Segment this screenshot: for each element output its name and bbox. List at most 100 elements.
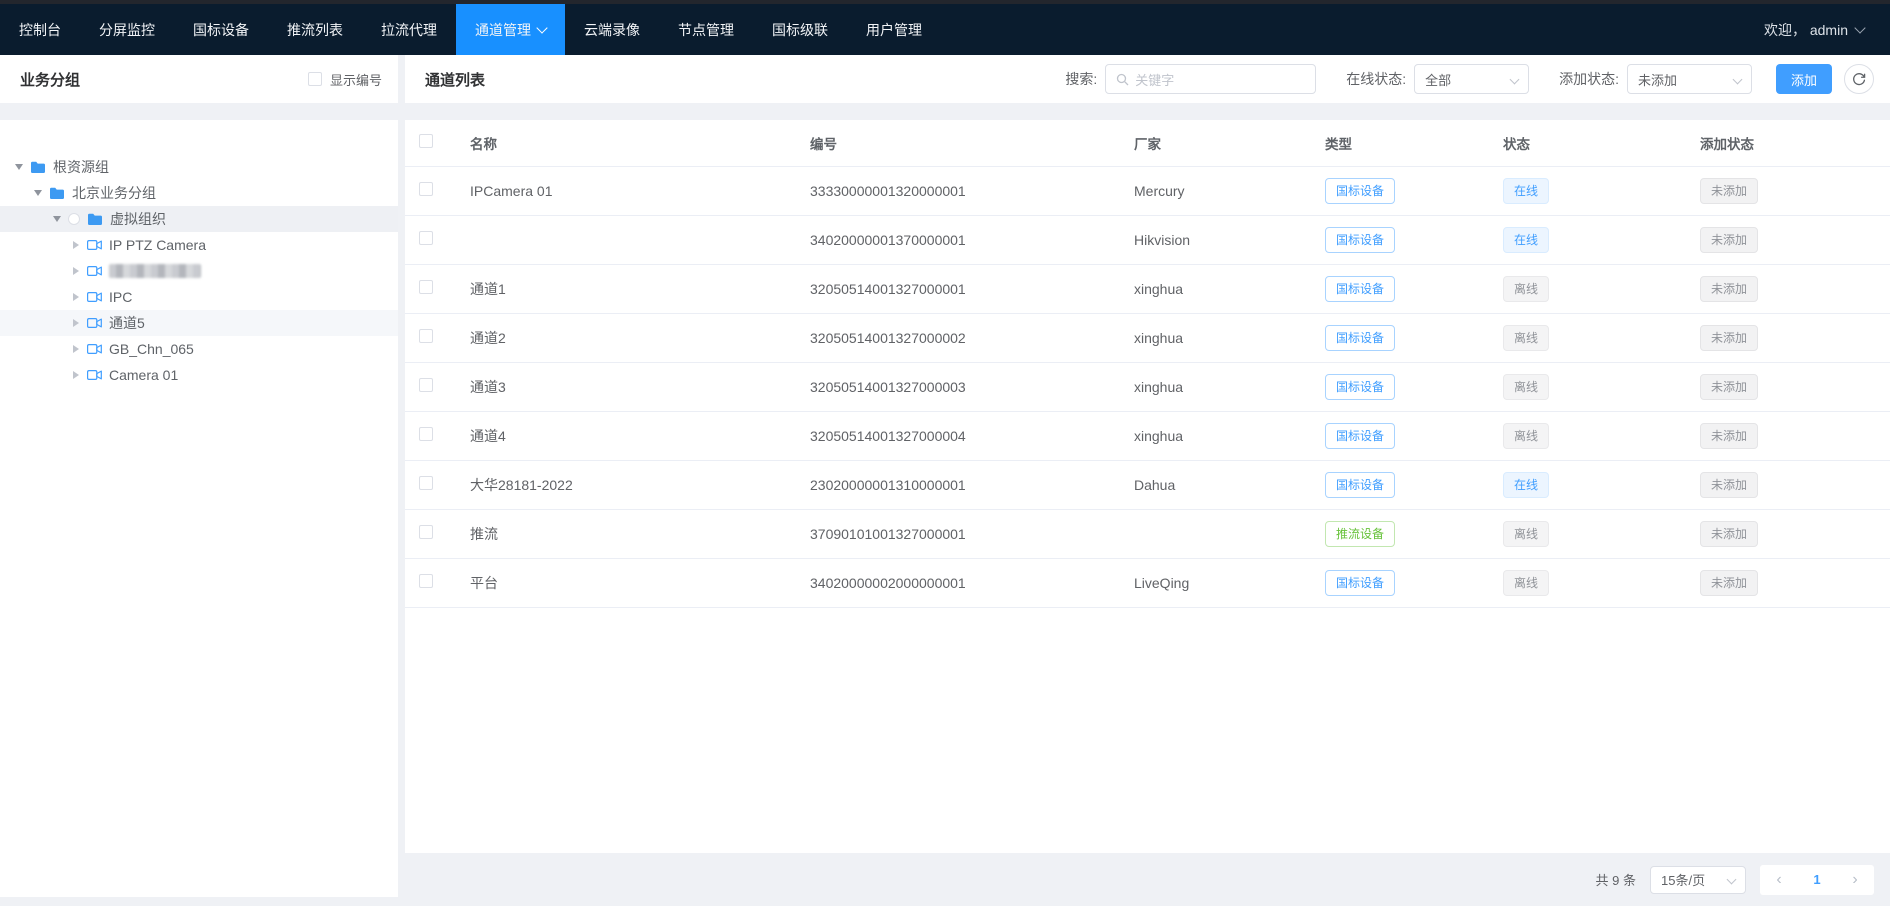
table-row: IPCamera 0133330000001320000001Mercury国标… — [405, 166, 1890, 215]
chevron-down-icon — [1733, 74, 1743, 84]
tree-node-camera-01[interactable]: Camera 01 — [0, 362, 398, 388]
nav-item-split-monitor[interactable]: 分屏监控 — [80, 4, 174, 55]
status-tag: 在线 — [1503, 227, 1549, 253]
current-page-button[interactable]: 1 — [1798, 865, 1836, 895]
nav-item-channel-manage[interactable]: 通道管理 — [456, 4, 565, 55]
nav-item-label: 拉流代理 — [381, 20, 437, 40]
pager: ‹ 1 › — [1760, 865, 1874, 895]
add-button[interactable]: 添加 — [1776, 64, 1832, 94]
row-checkbox[interactable] — [419, 182, 433, 196]
nav-item-cloud-record[interactable]: 云端录像 — [565, 4, 659, 55]
type-tag: 国标设备 — [1325, 178, 1395, 204]
cell-vendor: xinghua — [1120, 264, 1305, 313]
tree-node-virtual-org[interactable]: 虚拟组织 — [0, 206, 398, 232]
pagination-bar: 共 9 条 15条/页 ‹ 1 › — [405, 853, 1890, 906]
caret-icon[interactable] — [73, 293, 79, 301]
toolbar: 通道列表 搜索: 关键字 在线状态: 全部 添加状态: 未添加 — [405, 55, 1890, 103]
nav-item-node-manage[interactable]: 节点管理 — [659, 4, 753, 55]
cell-status: 离线 — [1495, 362, 1660, 411]
row-checkbox[interactable] — [419, 476, 433, 490]
radio-button[interactable] — [68, 213, 80, 225]
add-status-label: 添加状态: — [1559, 69, 1619, 89]
search-icon — [1116, 73, 1129, 86]
add-status-tag: 未添加 — [1700, 276, 1758, 302]
tree-node-gb-chn-065[interactable]: GB_Chn_065 — [0, 336, 398, 362]
caret-icon[interactable] — [34, 190, 42, 196]
status-tag: 在线 — [1503, 472, 1549, 498]
add-status-tag: 未添加 — [1700, 325, 1758, 351]
nav-item-pull-proxy[interactable]: 拉流代理 — [362, 4, 456, 55]
show-number-checkbox[interactable]: 显示编号 — [308, 70, 382, 89]
tree-node-label: 北京业务分组 — [72, 186, 156, 200]
next-page-button[interactable]: › — [1836, 865, 1874, 895]
cell-type: 国标设备 — [1305, 460, 1495, 509]
online-status-value: 全部 — [1425, 70, 1451, 89]
nav-item-push-list[interactable]: 推流列表 — [268, 4, 362, 55]
tree-node-ip-ptz-camera[interactable]: IP PTZ Camera — [0, 232, 398, 258]
add-status-select[interactable]: 未添加 — [1627, 64, 1752, 94]
caret-icon[interactable] — [53, 216, 61, 222]
checkbox-icon[interactable] — [308, 72, 322, 86]
caret-icon[interactable] — [73, 345, 79, 353]
row-checkbox[interactable] — [419, 378, 433, 392]
online-status-select[interactable]: 全部 — [1414, 64, 1529, 94]
user-menu[interactable]: 欢迎， admin — [1764, 4, 1890, 55]
table-row: 通道332050514001327000003xinghua国标设备离线未添加 — [405, 362, 1890, 411]
row-checkbox[interactable] — [419, 427, 433, 441]
nav-item-label: 节点管理 — [678, 20, 734, 40]
tree-node-root-group[interactable]: 根资源组 — [0, 154, 398, 180]
tree-node-ipc[interactable]: IPC — [0, 284, 398, 310]
caret-icon[interactable] — [73, 371, 79, 379]
folder-icon — [49, 187, 65, 200]
cell-status: 离线 — [1495, 509, 1660, 558]
cell-name: 大华28181-2022 — [455, 460, 795, 509]
status-tag: 在线 — [1503, 178, 1549, 204]
table-head: 名称编号厂家类型状态添加状态 — [405, 120, 1890, 166]
status-tag: 离线 — [1503, 570, 1549, 596]
cell-add-status: 未添加 — [1660, 215, 1890, 264]
refresh-icon — [1852, 72, 1866, 86]
cell-status: 离线 — [1495, 313, 1660, 362]
row-checkbox[interactable] — [419, 329, 433, 343]
tree-node-label: GB_Chn_065 — [109, 342, 194, 356]
cell-name: 推流 — [455, 509, 795, 558]
channel-table-card: 名称编号厂家类型状态添加状态 IPCamera 0133330000001320… — [405, 120, 1890, 853]
nav-item-user-manage[interactable]: 用户管理 — [847, 4, 941, 55]
cell-type: 国标设备 — [1305, 215, 1495, 264]
row-checkbox[interactable] — [419, 574, 433, 588]
select-all-checkbox[interactable] — [419, 134, 433, 148]
type-tag: 国标设备 — [1325, 227, 1395, 253]
status-tag: 离线 — [1503, 521, 1549, 547]
camera-icon — [87, 369, 102, 381]
prev-page-button[interactable]: ‹ — [1760, 865, 1798, 895]
caret-icon[interactable] — [15, 164, 23, 170]
search-input[interactable]: 关键字 — [1105, 64, 1316, 94]
table-body: IPCamera 0133330000001320000001Mercury国标… — [405, 166, 1890, 607]
tree-node-channel-5[interactable]: 通道5 — [0, 310, 398, 336]
caret-icon[interactable] — [73, 241, 79, 249]
row-checkbox[interactable] — [419, 231, 433, 245]
row-checkbox[interactable] — [419, 525, 433, 539]
cell-type: 国标设备 — [1305, 264, 1495, 313]
caret-icon[interactable] — [73, 267, 79, 275]
type-tag: 国标设备 — [1325, 276, 1395, 302]
search-label: 搜索: — [1065, 69, 1097, 89]
table-row: 通道132050514001327000001xinghua国标设备离线未添加 — [405, 264, 1890, 313]
row-checkbox[interactable] — [419, 280, 433, 294]
refresh-button[interactable] — [1844, 64, 1874, 94]
status-tag: 离线 — [1503, 423, 1549, 449]
tree-node-beijing-group[interactable]: 北京业务分组 — [0, 180, 398, 206]
chevron-down-icon — [1727, 875, 1737, 885]
cell-add-status: 未添加 — [1660, 313, 1890, 362]
page-size-select[interactable]: 15条/页 — [1650, 866, 1746, 894]
nav-item-console[interactable]: 控制台 — [0, 4, 80, 55]
search-placeholder: 关键字 — [1135, 70, 1174, 89]
tree-node-redacted-camera[interactable] — [0, 258, 398, 284]
cell-code: 23020000001310000001 — [795, 460, 1120, 509]
nav-item-gb-device[interactable]: 国标设备 — [174, 4, 268, 55]
main-panel: 通道列表 搜索: 关键字 在线状态: 全部 添加状态: 未添加 — [405, 55, 1890, 906]
nav-item-gb-cascade[interactable]: 国标级联 — [753, 4, 847, 55]
cell-vendor — [1120, 509, 1305, 558]
cell-status: 在线 — [1495, 215, 1660, 264]
caret-icon[interactable] — [73, 319, 79, 327]
